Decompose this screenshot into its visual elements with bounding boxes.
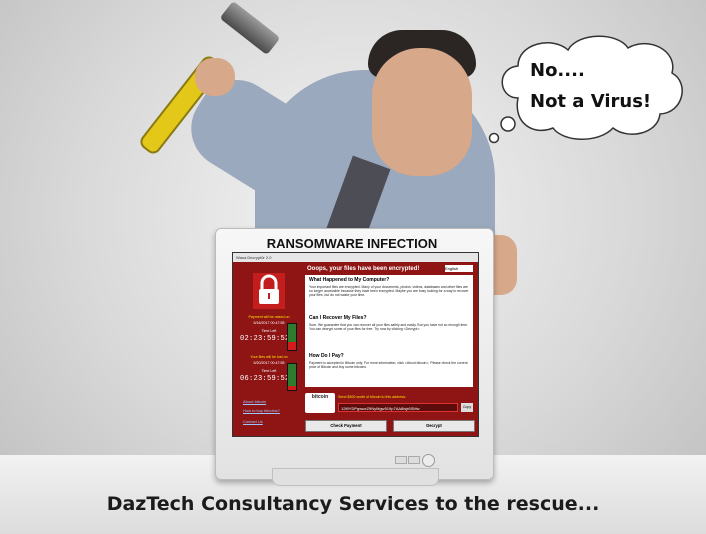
paragraph-1: Your important files are encrypted. Many…	[309, 285, 469, 298]
raise-label: Payment will be raised on	[248, 315, 290, 319]
lost-label: Your files will be lost on	[250, 355, 288, 359]
buy-bitcoin-link[interactable]: How to buy bitcoins?	[243, 408, 280, 413]
question-2: Can I Recover My Files?	[309, 315, 367, 321]
padlock-icon	[253, 273, 285, 309]
language-select[interactable]: English	[445, 265, 473, 272]
timer-lost: 06:23:59:52	[240, 375, 290, 383]
monitor-button	[408, 456, 420, 464]
ransomware-window: Wana Decrypt0r 2.0 Ooops, your files hav…	[232, 252, 479, 437]
about-bitcoin-link[interactable]: About bitcoin	[243, 399, 266, 404]
progress-bar-lost	[287, 363, 297, 391]
paragraph-3: Payment is accepted in Bitcoin only. For…	[309, 361, 468, 370]
bitcoin-payment-box: bitcoin Send $300 worth of bitcoin to th…	[305, 391, 473, 417]
power-button-icon	[422, 454, 435, 467]
bitcoin-logo-icon: bitcoin	[305, 393, 335, 413]
window-titlebar: Wana Decrypt0r 2.0	[233, 253, 478, 262]
monitor-stand	[272, 468, 439, 486]
copy-button[interactable]: Copy	[461, 403, 473, 412]
decrypt-button[interactable]: Decrypt	[393, 420, 475, 432]
thought-line-2: Not a Virus!	[530, 91, 652, 112]
monitor-button	[395, 456, 407, 464]
man-angry-face	[372, 48, 472, 176]
bitcoin-address-field[interactable]: 12t9YDPgwueZ9NyMgw519p7AA8isjr6SMw	[338, 403, 458, 412]
headline: RANSOMWARE INFECTION	[266, 236, 438, 251]
caption: DazTech Consultancy Services to the resc…	[106, 493, 600, 515]
question-1: What Happened to My Computer?	[309, 277, 390, 283]
message-panel: What Happened to My Computer? Your impor…	[305, 275, 473, 387]
progress-bar-raise	[287, 323, 297, 351]
thought-text: No.... Not a Virus!	[530, 55, 670, 117]
paragraph-2: Sure. We guarantee that you can recover …	[309, 323, 468, 332]
thought-line-1: No....	[530, 60, 585, 81]
contact-link[interactable]: Contact Us	[243, 419, 263, 424]
hammer-head-icon	[219, 0, 281, 56]
man-fist	[195, 58, 235, 96]
countdown-panel: Payment will be raised on 5/16/2017 00:4…	[237, 315, 301, 431]
question-3: How Do I Pay?	[309, 353, 344, 359]
timer-raise: 02:23:59:52	[240, 335, 290, 343]
check-payment-button[interactable]: Check Payment	[305, 420, 387, 432]
bitcoin-send-text: Send $300 worth of bitcoin to this addre…	[338, 395, 406, 399]
